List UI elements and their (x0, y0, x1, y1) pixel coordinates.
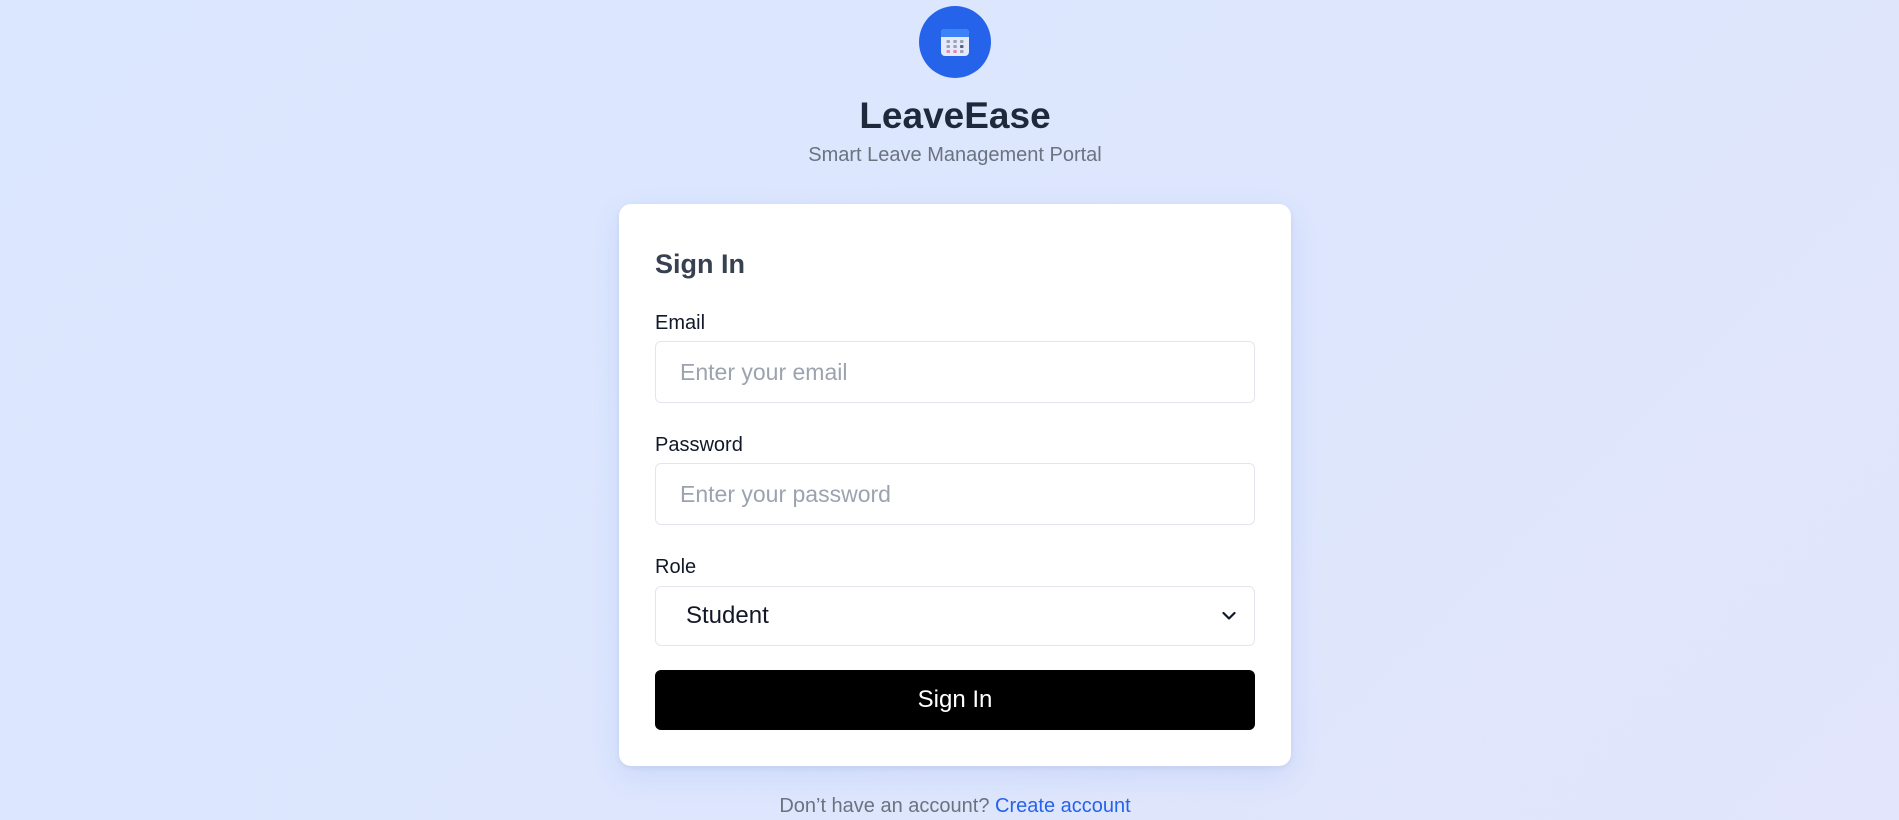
password-field[interactable] (655, 463, 1255, 525)
form-title: Sign In (655, 249, 745, 279)
password-label: Password (655, 434, 743, 456)
role-label: Role (655, 556, 697, 578)
logo-badge (919, 6, 991, 78)
create-account-prompt: Don’t have an account? Create account (0, 793, 1899, 819)
email-field[interactable] (655, 341, 1255, 403)
create-account-link[interactable]: Create account (995, 795, 1131, 817)
app-title: LeaveEase (859, 95, 1051, 136)
app-subtitle: Smart Leave Management Portal (808, 144, 1102, 166)
role-selected-value: Student (686, 602, 769, 629)
email-label: Email (655, 312, 706, 334)
role-select[interactable]: Student (655, 586, 1255, 646)
calendar-icon (941, 29, 969, 56)
footer-prompt-text: Don’t have an account? (779, 795, 990, 817)
login-page: LeaveEase Smart Leave Management Portal … (0, 0, 1899, 820)
chevron-down-icon (1220, 607, 1238, 625)
sign-in-button[interactable]: Sign In (655, 670, 1255, 730)
sign-in-card: Sign In Email Password Role Student Sign… (619, 204, 1291, 766)
